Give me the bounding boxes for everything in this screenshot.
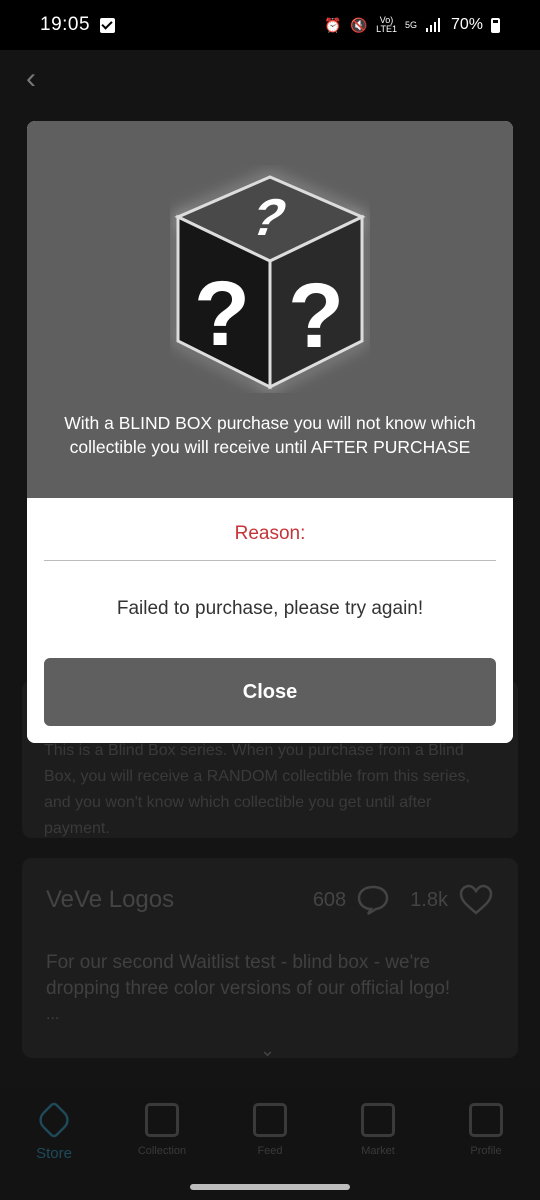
svg-text:?: ? (194, 263, 250, 365)
status-bar: 19:05 ⏰ 🔇 Vo) LTE1 5G 70% (0, 0, 540, 50)
nav-label-profile: Profile (470, 1145, 502, 1157)
close-button[interactable]: Close (44, 658, 496, 726)
nav-label-store: Store (36, 1145, 72, 1162)
failure-message: Failed to purchase, please try again! (116, 598, 424, 619)
collection-card[interactable]: VeVe Logos 608 1.8k For our second Waitl… (22, 858, 518, 1058)
blind-box-note: This is a Blind Box series. When you pur… (44, 742, 470, 837)
dialog-header: ? ? ? With a BLIND BOX purchase you will… (27, 121, 513, 498)
comments-count: 608 (312, 888, 347, 911)
blind-box-error-dialog: ? ? ? With a BLIND BOX purchase you will… (27, 121, 513, 743)
heart-icon[interactable] (458, 884, 494, 916)
battery-percent: 70% (450, 16, 483, 33)
battery-icon (491, 17, 500, 33)
card-title: VeVe Logos (46, 886, 175, 913)
alarm-icon: ⏰ (324, 16, 342, 33)
home-indicator[interactable] (190, 1184, 350, 1190)
reason-label: Reason: (234, 523, 306, 544)
back-arrow-icon[interactable]: ‹ (26, 62, 36, 96)
signal-icon (425, 16, 443, 34)
profile-icon (469, 1103, 503, 1137)
divider (44, 560, 496, 561)
mystery-box-icon: ? ? ? (170, 165, 370, 393)
comment-icon[interactable] (356, 884, 390, 916)
network-label: Vo) LTE1 (376, 15, 397, 34)
mute-icon: 🔇 (350, 16, 368, 33)
status-time: 19:05 (40, 14, 91, 35)
nav-profile[interactable]: Profile (441, 1103, 531, 1200)
checkbox-notification-icon (100, 17, 116, 33)
status-icons: ⏰ 🔇 Vo) LTE1 5G 70% (324, 16, 500, 34)
svg-text:?: ? (288, 265, 344, 367)
dialog-body: Reason: Failed to purchase, please try a… (27, 498, 513, 743)
network-type: 5G (404, 19, 417, 30)
feed-icon (253, 1103, 287, 1137)
card-more: ... (46, 1006, 60, 1023)
nav-store[interactable]: Store (9, 1100, 99, 1200)
store-tag-icon (34, 1100, 74, 1140)
nav-label-collection: Collection (137, 1145, 187, 1157)
nav-label-feed: Feed (257, 1145, 283, 1157)
blind-box-message: With a BLIND BOX purchase you will not k… (64, 413, 476, 457)
nav-label-market: Market (361, 1145, 395, 1157)
market-icon (361, 1103, 395, 1137)
card-description: For our second Waitlist test - blind box… (46, 952, 451, 999)
card-stats: 608 1.8k (313, 884, 494, 916)
collection-box-icon (145, 1103, 179, 1137)
likes-count: 1.8k (410, 888, 448, 911)
chevron-down-icon[interactable]: ⌄ (260, 1040, 275, 1061)
